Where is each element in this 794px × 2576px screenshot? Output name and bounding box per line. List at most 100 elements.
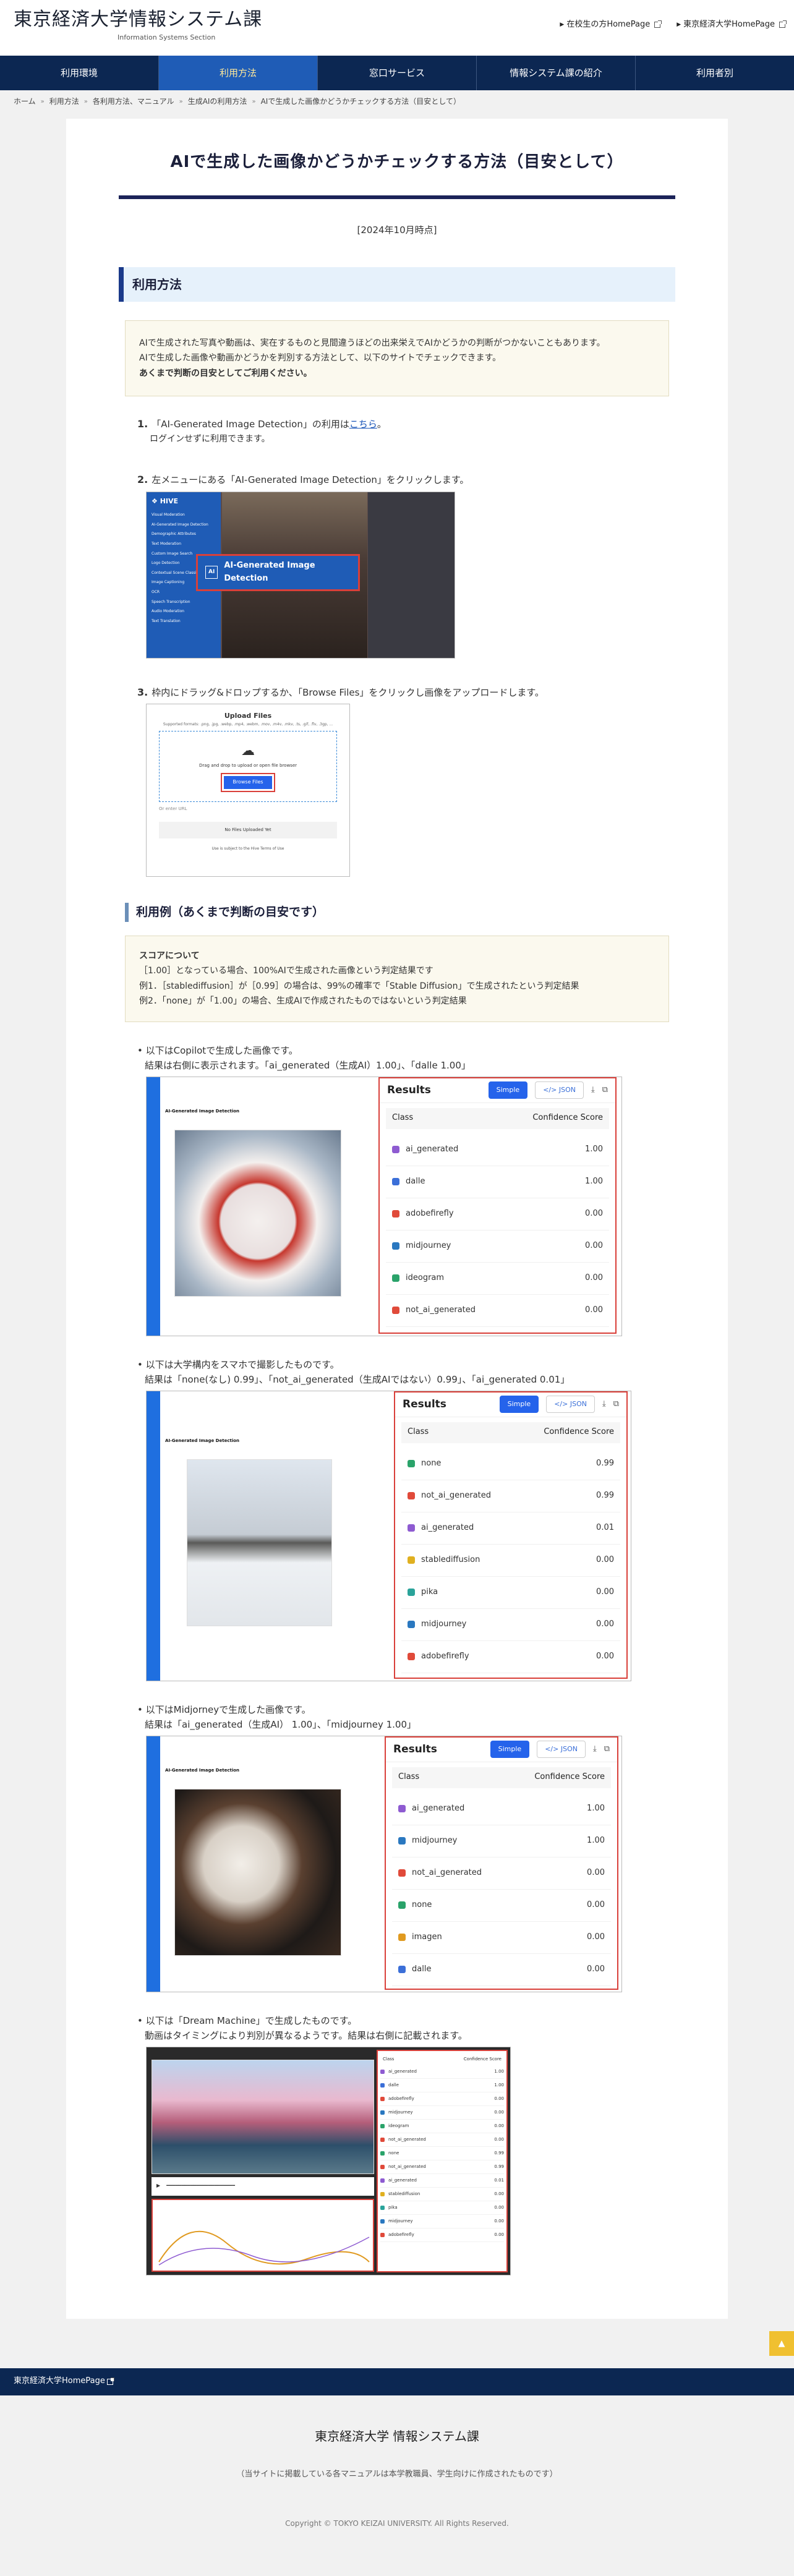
video-result-row: midjourney 0.00 xyxy=(380,2215,504,2228)
result-row: ai_generated 1.00 xyxy=(392,1793,611,1825)
footer-university-link[interactable]: 東京経済大学HomePage xyxy=(14,2375,105,2388)
simple-toggle[interactable]: Simple xyxy=(490,1741,530,1758)
step-2: 2. 左メニューにある「AI-Generated Image Detection」… xyxy=(137,472,675,659)
video-result-row: adobefirefly 0.00 xyxy=(380,2092,504,2106)
video-result-row: ideogram 0.00 xyxy=(380,2120,504,2133)
site-footer: 東京経済大学 情報システム課 （当サイトに掲載している各マニュアルは本学教職員、… xyxy=(0,2395,794,2544)
progress-icon: ━━━━━━━━━━━━━━━━━━━━━━━ xyxy=(166,2183,235,2189)
json-toggle[interactable]: </> JSON xyxy=(546,1396,595,1413)
class-color-icon xyxy=(398,1869,406,1877)
result-row: imagen 0.00 xyxy=(392,1922,611,1954)
results-panel: Results Simple </> JSON ⤓ ⧉ Class Confidence S… xyxy=(394,1391,628,1679)
breadcrumb-usage[interactable]: 利用方法 xyxy=(49,96,79,108)
result-row: none 0.99 xyxy=(401,1448,620,1480)
score-note: スコアについて ［1.00］となっている場合、100%AIで生成された画像という… xyxy=(125,935,669,1022)
result-row: midjourney 0.00 xyxy=(386,1230,609,1263)
video-result-row: ai_generated 1.00 xyxy=(380,2065,504,2079)
class-color-icon xyxy=(380,2069,385,2074)
chevron-right-icon: » xyxy=(40,98,45,105)
hive-menu-item[interactable]: Text Moderation xyxy=(147,539,221,549)
class-color-icon xyxy=(392,1210,399,1218)
hive-menu-item[interactable]: Text Translation xyxy=(147,616,221,626)
example-dream-machine: 以下は「Dream Machine」で生成したものです。 動画はタイミングにより… xyxy=(137,2013,675,2275)
hive-menu-item[interactable]: Visual Moderation xyxy=(147,510,221,520)
header-link-students[interactable]: ▶ 在校生の方HomePage xyxy=(560,19,662,32)
header-link-university[interactable]: ▶ 東京経済大学HomePage xyxy=(677,19,787,32)
section-examples-heading: 利用例（あくまで判断の目安です） xyxy=(125,903,675,922)
chevron-right-icon: » xyxy=(83,98,88,105)
url-input[interactable]: Or enter URL xyxy=(159,806,349,812)
upload-dropzone[interactable]: ☁ Drag and drop to upload or open file b… xyxy=(159,731,337,803)
class-color-icon xyxy=(380,2164,385,2169)
back-to-top-button[interactable]: ▲ xyxy=(769,2331,794,2356)
class-color-icon xyxy=(392,1178,399,1186)
simple-toggle[interactable]: Simple xyxy=(488,1081,528,1099)
class-color-icon xyxy=(392,1146,399,1154)
chevron-right-icon: » xyxy=(252,98,256,105)
json-toggle[interactable]: </> JSON xyxy=(537,1741,586,1758)
external-link-icon xyxy=(106,2377,114,2385)
nav-item-by-user[interactable]: 利用者別 xyxy=(636,56,794,90)
step-1: 1. 「AI-Generated Image Detection」の利用はこちら。… xyxy=(137,418,386,444)
example-copilot-screenshot: AI-Generated Image Detection Results Simp… xyxy=(146,1076,622,1336)
class-color-icon xyxy=(398,1966,406,1974)
upload-cloud-icon: ☁ xyxy=(241,743,255,759)
result-row: ideogram 0.00 xyxy=(386,1263,609,1295)
video-result-row: midjourney 0.00 xyxy=(380,2106,504,2120)
external-link-icon xyxy=(654,20,662,28)
site-title[interactable]: 東京経済大学情報システム課 xyxy=(14,9,262,31)
copy-icon[interactable]: ⧉ xyxy=(602,1084,608,1097)
class-color-icon xyxy=(392,1274,399,1282)
nav-item-about[interactable]: 情報システム課の紹介 xyxy=(477,56,636,90)
class-color-icon xyxy=(380,2110,385,2115)
nav-item-usage[interactable]: 利用方法 xyxy=(159,56,318,90)
class-color-icon xyxy=(380,2178,385,2183)
result-row: dalle 0.00 xyxy=(392,1954,611,1986)
external-link-icon xyxy=(779,20,787,28)
result-row: ai_generated 1.00 xyxy=(386,1134,609,1166)
class-color-icon xyxy=(408,1492,415,1500)
class-color-icon xyxy=(380,2123,385,2128)
example-midjourney: 以下はMidjorneyで生成した画像です。 結果は「ai_generated（… xyxy=(137,1702,675,1992)
video-result-row: pika 0.00 xyxy=(380,2201,504,2215)
hive-menu-item[interactable]: Speech Transcription xyxy=(147,597,221,607)
nav-item-service[interactable]: 窓口サービス xyxy=(318,56,477,90)
detector-link[interactable]: こちら xyxy=(349,419,377,430)
results-panel: Results Simple </> JSON ⤓ ⧉ Class Confidence S… xyxy=(378,1077,617,1334)
nav-item-environment[interactable]: 利用環境 xyxy=(0,56,159,90)
download-icon[interactable]: ⤓ xyxy=(591,1084,595,1097)
hive-menu-item[interactable]: Audio Moderation xyxy=(147,607,221,616)
step-3: 3. 枠内にドラッグ&ドロップするか、「Browse Files」をクリックし画像… xyxy=(137,685,675,877)
result-row: ai_generated 0.01 xyxy=(401,1512,620,1545)
result-row: not_ai_generated 0.99 xyxy=(401,1480,620,1512)
example-campus-photo: 以下は大学構内をスマホで撮影したものです。 結果は「none(なし) 0.99」… xyxy=(137,1357,675,1681)
class-color-icon xyxy=(380,2191,385,2196)
copyright: Copyright © TOKYO KEIZAI UNIVERSITY. All… xyxy=(285,2519,509,2528)
hive-ai-button-highlight[interactable]: AI AI-Generated Image Detection xyxy=(196,553,360,591)
play-icon[interactable]: ▶ xyxy=(156,2182,160,2190)
breadcrumb-home[interactable]: ホーム xyxy=(14,96,36,108)
breadcrumb-manuals[interactable]: 各利用方法、マニュアル xyxy=(93,96,174,108)
upload-screenshot: Upload Files Supported formats: .png, .j… xyxy=(146,704,350,877)
dog-cat-image xyxy=(174,1788,341,1956)
class-color-icon xyxy=(380,2151,385,2156)
simple-toggle[interactable]: Simple xyxy=(499,1396,539,1413)
download-icon[interactable]: ⤓ xyxy=(593,1743,597,1756)
copy-icon[interactable]: ⧉ xyxy=(604,1743,610,1756)
page-title: AIで生成した画像かどうかチェックする方法（目安として） xyxy=(119,150,675,199)
video-result-row: dalle 1.00 xyxy=(380,2079,504,2092)
video-timeline[interactable]: ▶ ━━━━━━━━━━━━━━━━━━━━━━━ xyxy=(152,2177,374,2196)
video-results-panel: Class Confidence Score ai_generated 1.00 dal… xyxy=(377,2049,508,2272)
example-video-screenshot: ▶ ━━━━━━━━━━━━━━━━━━━━━━━ Class Confidence… xyxy=(146,2046,511,2275)
copy-icon[interactable]: ⧉ xyxy=(613,1398,619,1411)
browse-files-button[interactable]: Browse Files xyxy=(224,775,272,789)
download-icon[interactable]: ⤓ xyxy=(602,1398,606,1411)
hive-menu-item[interactable]: AI-Generated Image Detection xyxy=(147,520,221,530)
intro-note: AIで生成された写真や動画は、実在するものと見間違うほどの出来栄えでAIかどうか… xyxy=(125,320,669,397)
class-color-icon xyxy=(380,2232,385,2237)
breadcrumb-genai[interactable]: 生成AIの利用方法 xyxy=(188,96,247,108)
hive-menu-item[interactable]: Demographic Attributes xyxy=(147,529,221,539)
video-result-row: not_ai_generated 0.00 xyxy=(380,2133,504,2147)
class-color-icon xyxy=(380,2083,385,2088)
json-toggle[interactable]: </> JSON xyxy=(535,1081,584,1099)
